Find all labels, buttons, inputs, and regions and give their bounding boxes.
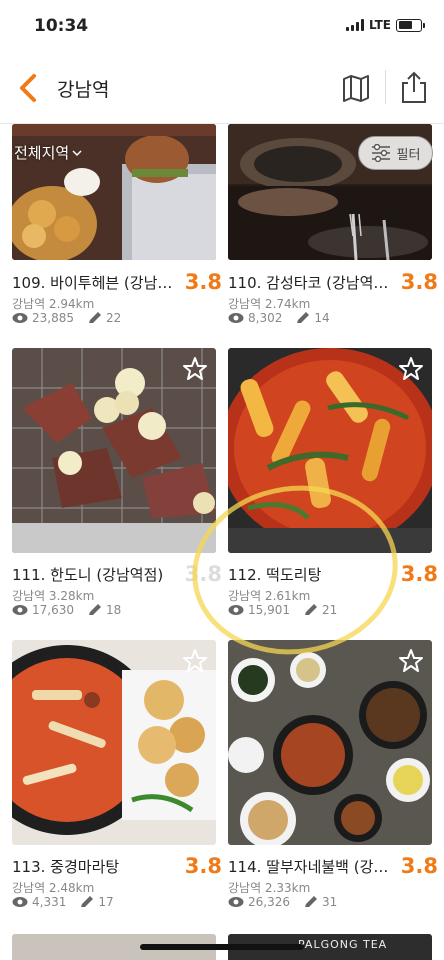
restaurant-card[interactable]: 114. 딸부자네불백 (강남역점) 3.8 강남역 2.33km 26,326… xyxy=(228,640,438,909)
restaurant-name: 112. 떡도리탕 xyxy=(228,566,322,584)
review-count: 18 xyxy=(106,603,122,617)
restaurant-photo xyxy=(12,640,216,845)
region-label: 전체지역 xyxy=(14,144,70,162)
review-count: 14 xyxy=(314,311,330,325)
restaurant-stats: 8,302 14 xyxy=(228,311,330,325)
sliders-icon xyxy=(371,144,390,162)
page-title: 강남역 xyxy=(57,79,110,101)
review-count: 21 xyxy=(322,603,338,617)
pencil-icon xyxy=(305,604,317,615)
status-time: 10:34 xyxy=(34,16,89,36)
view-count: 15,901 xyxy=(248,603,290,617)
network-label: LTE xyxy=(368,18,391,32)
restaurant-stats: 23,885 22 xyxy=(12,311,121,325)
map-icon[interactable] xyxy=(340,72,372,104)
restaurant-name: 109. 바이투헤븐 (강남역점) xyxy=(12,274,177,292)
restaurant-stats: 26,326 31 xyxy=(228,895,337,909)
view-count: 26,326 xyxy=(248,895,290,909)
restaurant-location: 강남역 2.61km xyxy=(228,589,311,603)
signal-icon xyxy=(345,19,364,31)
pencil-icon xyxy=(81,896,94,907)
restaurant-rating: 3.8 xyxy=(184,562,222,586)
pencil-icon xyxy=(297,312,310,323)
pencil-icon xyxy=(89,312,101,323)
view-count: 8,302 xyxy=(248,311,283,325)
status-indicators: LTE xyxy=(345,18,425,32)
star-icon[interactable] xyxy=(398,648,424,674)
restaurant-name: 114. 딸부자네불백 (강남역점) xyxy=(228,858,393,876)
restaurant-name: 110. 감성타코 (강남역점) xyxy=(228,274,393,292)
review-count: 31 xyxy=(322,895,338,909)
restaurant-photo xyxy=(228,348,432,553)
restaurant-name: 113. 중경마라탕 xyxy=(12,858,120,876)
restaurant-rating: 3.8 xyxy=(400,270,438,294)
chevron-down-icon xyxy=(72,149,82,156)
star-icon[interactable] xyxy=(182,648,208,674)
nav-divider xyxy=(385,70,386,104)
star-icon[interactable] xyxy=(398,356,424,382)
chevron-left-icon[interactable] xyxy=(14,70,44,106)
restaurant-location: 강남역 3.28km xyxy=(12,589,95,603)
restaurant-location: 강남역 2.33km xyxy=(228,881,311,895)
review-count: 22 xyxy=(106,311,122,325)
restaurant-grid: 109. 바이투헤븐 (강남역점) 3.8 강남역 2.94km 23,885 … xyxy=(0,124,444,960)
restaurant-location: 강남역 2.94km xyxy=(12,297,95,311)
review-count: 17 xyxy=(98,895,114,909)
restaurant-rating: 3.8 xyxy=(400,562,438,586)
restaurant-rating: 3.8 xyxy=(400,854,438,878)
status-bar: 10:34 LTE xyxy=(0,0,444,52)
eye-icon xyxy=(228,313,244,323)
battery-icon xyxy=(396,18,425,32)
restaurant-stats: 17,630 18 xyxy=(12,603,121,617)
restaurant-photo xyxy=(228,640,432,845)
filter-button[interactable]: 필터 xyxy=(358,136,433,170)
pencil-icon xyxy=(89,604,101,615)
restaurant-card[interactable]: 111. 한도니 (강남역점) 3.8 강남역 3.28km 17,630 18 xyxy=(12,348,222,617)
eye-icon xyxy=(12,897,28,907)
storefront-sign: PALGONG TEA xyxy=(298,938,388,951)
eye-icon xyxy=(12,605,28,615)
home-indicator[interactable] xyxy=(140,944,304,950)
restaurant-card[interactable]: 113. 중경마라탕 3.8 강남역 2.48km 4,331 17 xyxy=(12,640,222,909)
restaurant-location: 강남역 2.74km xyxy=(228,297,311,311)
eye-icon xyxy=(12,313,28,323)
star-icon[interactable] xyxy=(182,356,208,382)
restaurant-rating: 3.8 xyxy=(184,854,222,878)
filter-label: 필터 xyxy=(396,147,421,163)
pencil-icon xyxy=(305,896,317,907)
share-icon[interactable] xyxy=(399,69,429,105)
restaurant-name: 111. 한도니 (강남역점) xyxy=(12,566,164,584)
restaurant-stats: 15,901 21 xyxy=(228,603,337,617)
eye-icon xyxy=(228,605,244,615)
nav-bar: 강남역 xyxy=(0,52,444,124)
restaurant-stats: 4,331 17 xyxy=(12,895,114,909)
view-count: 4,331 xyxy=(32,895,67,909)
restaurant-location: 강남역 2.48km xyxy=(12,881,95,895)
restaurant-rating: 3.8 xyxy=(184,270,222,294)
view-count: 23,885 xyxy=(32,311,74,325)
restaurant-card[interactable]: 112. 떡도리탕 3.8 강남역 2.61km 15,901 21 xyxy=(228,348,438,617)
eye-icon xyxy=(228,897,244,907)
restaurant-photo xyxy=(12,348,216,553)
region-selector[interactable]: 전체지역 xyxy=(14,142,82,163)
view-count: 17,630 xyxy=(32,603,74,617)
